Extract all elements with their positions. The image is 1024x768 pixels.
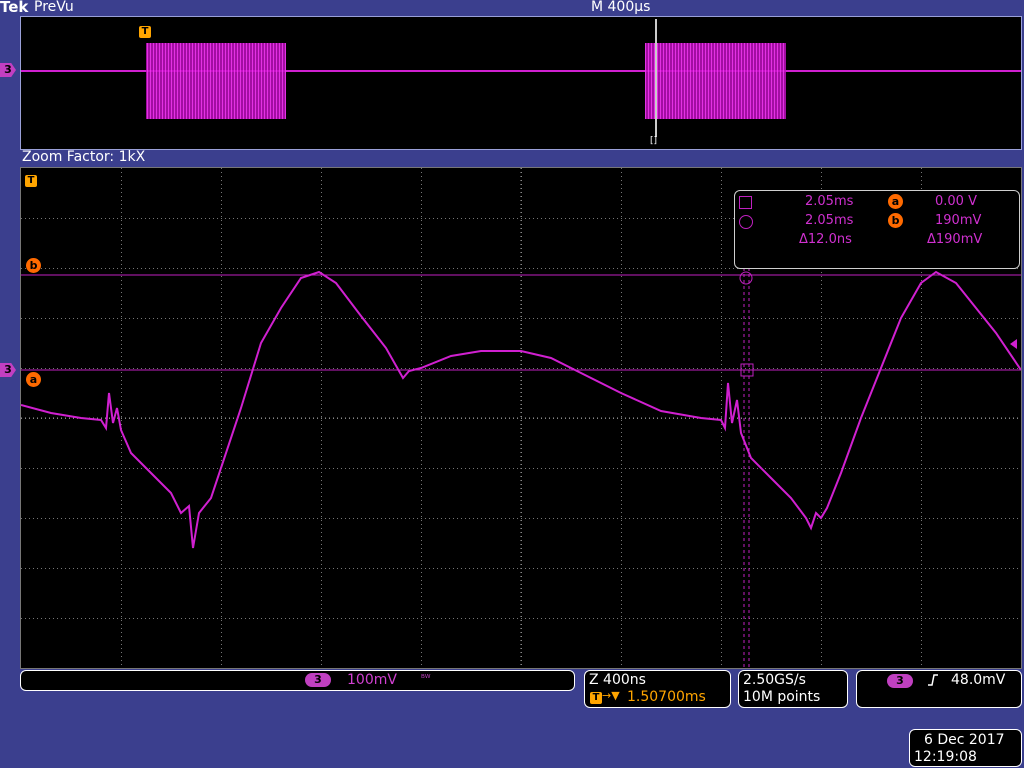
cursor1-value: 0.00 V [935,194,977,209]
trigger-pos-arrow: →▼ [602,689,620,702]
cursor-b-marker[interactable]: b [26,258,41,273]
volts-per-div: 100mV [347,672,397,688]
delta-value: Δ190mV [927,232,983,247]
trigger-level: 48.0mV [951,672,1006,688]
cursor2-value: 190mV [935,213,982,228]
time-label: 12:19:08 [914,749,977,765]
channel-badge: 3 [305,673,331,687]
cursor2-time: 2.05ms [805,213,854,228]
zoom-channel-marker[interactable]: 3 [0,363,16,377]
overview-trigger-marker[interactable]: T [139,26,151,38]
square-cursor-icon [739,196,752,209]
overview-channel-marker[interactable]: 3 [0,63,16,77]
cursor1-time: 2.05ms [805,194,854,209]
circle-cursor-icon [739,215,753,229]
cursor-readout-panel: 2.05ms a 0.00 V 2.05ms b 190mV Δ12.0ns Δ… [734,190,1020,269]
trigger-channel-badge: 3 [887,674,913,688]
overview-waveform-panel[interactable] [20,16,1022,150]
trigger-level-arrow[interactable] [1010,339,1017,349]
trigger-position: 1.50700ms [627,689,706,705]
overview-waveform-svg [21,19,1021,137]
delta-time: Δ12.0ns [799,232,852,247]
zoom-trigger-marker[interactable]: T [25,175,37,187]
trigger-pos-marker: T [590,692,602,704]
acquisition-box[interactable]: 2.50GS/s 10M points [738,670,848,708]
record-length: 10M points [743,689,821,705]
rising-edge-icon [928,674,938,686]
sample-rate: 2.50GS/s [743,672,806,688]
zoom-factor-label: Zoom Factor: 1kX [22,149,146,165]
zoom-timebase-box[interactable]: Z 400ns T →▼ 1.50700ms [584,670,731,708]
cursor-a-readout-icon: a [888,194,903,209]
channel-status-box[interactable]: 3 100mV ᴮᵂ [20,670,575,691]
datetime-box: 6 Dec 2017 12:19:08 [909,729,1022,767]
zoom-time: Z 400ns [589,672,646,688]
bw-limit-icon: ᴮᵂ [421,674,431,684]
cursor-a-marker[interactable]: a [26,372,41,387]
trigger-status-box[interactable]: 3 48.0mV [856,670,1022,708]
timebase-label: M 400µs [591,0,651,15]
cursor-b-readout-icon: b [888,213,903,228]
mode-label: PreVu [34,0,74,15]
brand-logo: Tek [0,0,29,16]
date-label: 6 Dec 2017 [924,732,1005,748]
overview-view-marker[interactable]: [] [650,136,657,146]
